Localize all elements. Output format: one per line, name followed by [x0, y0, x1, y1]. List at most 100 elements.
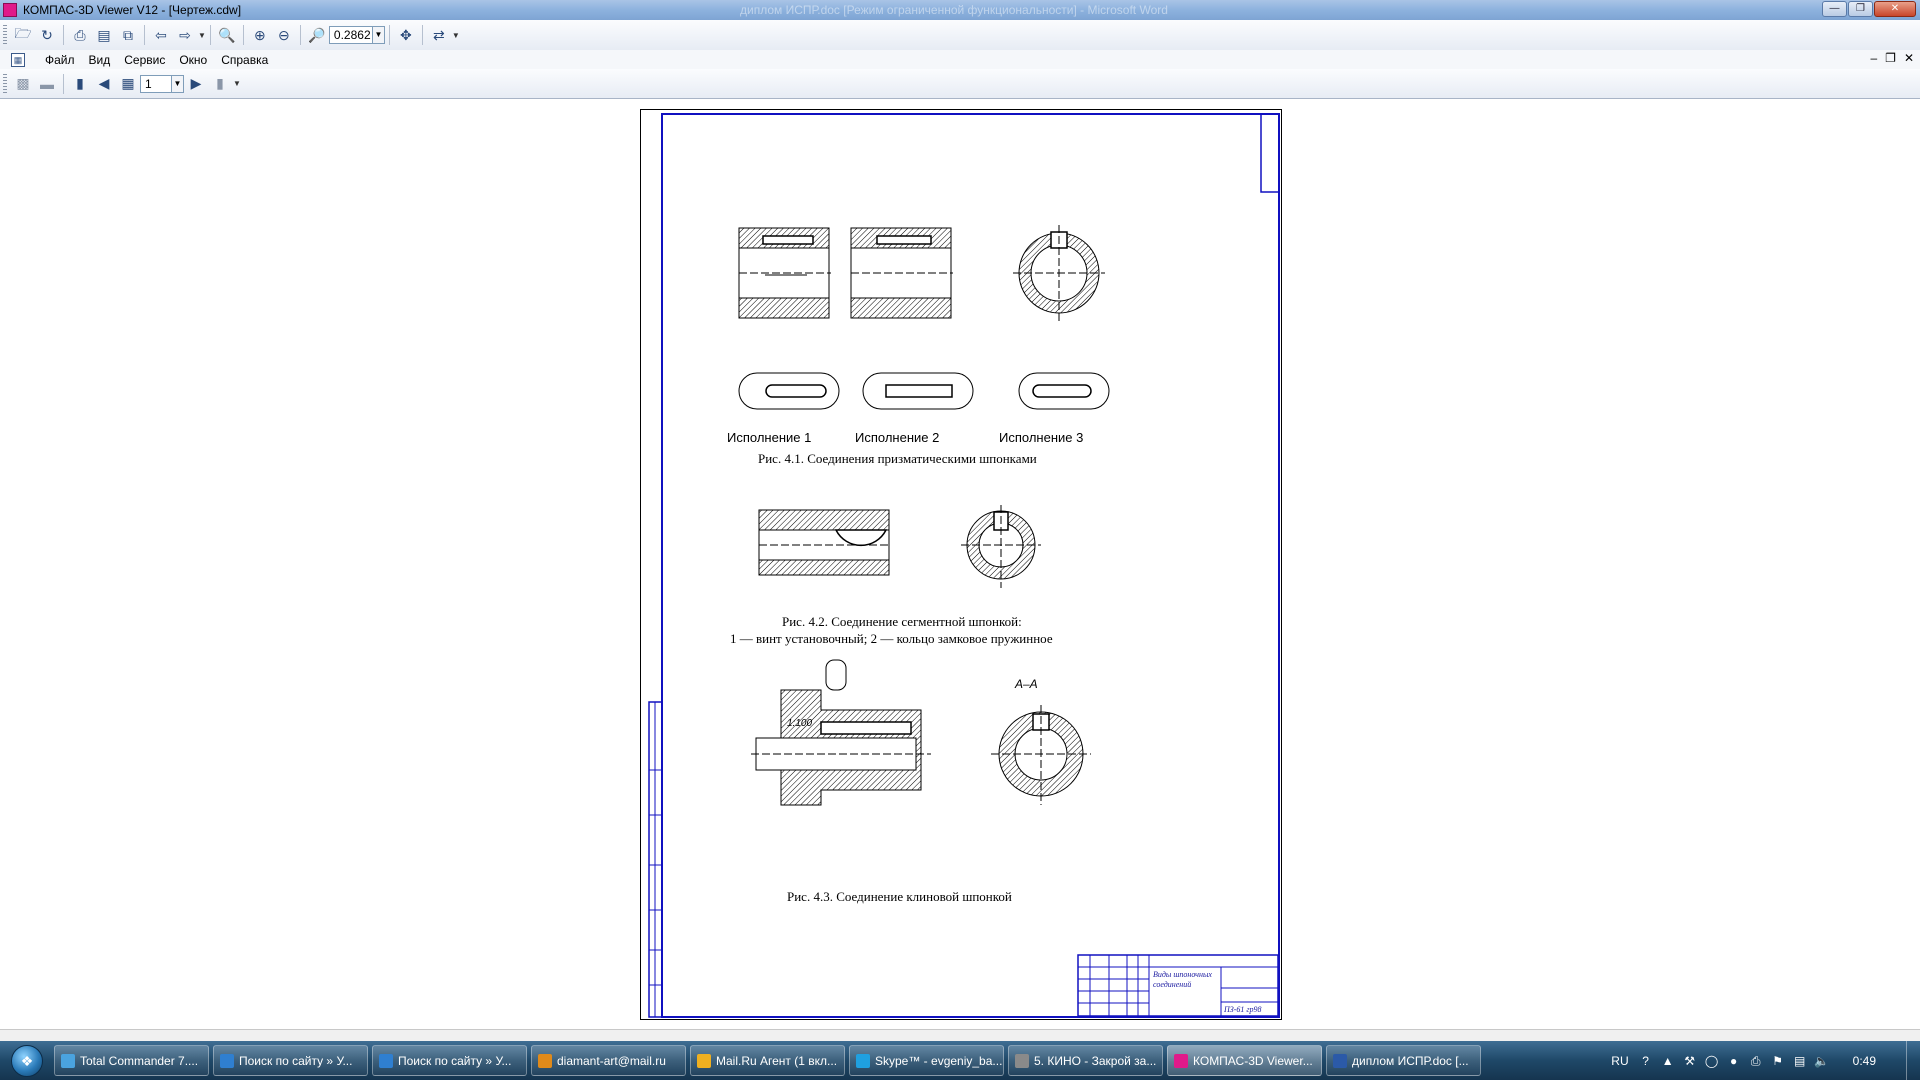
- taskbar-item-label: 5. КИНО - Закрой за...: [1034, 1053, 1157, 1068]
- figure-4-3: [751, 659, 1091, 806]
- toolbar-grip[interactable]: [3, 73, 7, 94]
- menu-view[interactable]: Вид: [89, 53, 111, 67]
- taskbar-item-label: диплом ИСПР.doc [...: [1352, 1053, 1469, 1068]
- figure-4-2-caption-line-2: 1 — винт установочный; 2 — кольцо замков…: [730, 631, 1053, 646]
- refresh-view-icon[interactable]: ⇄: [428, 24, 450, 46]
- kompas-icon: [1174, 1053, 1188, 1068]
- doc-minimize-icon[interactable]: –: [1870, 51, 1877, 65]
- speaker-icon[interactable]: 🔈: [1814, 1053, 1830, 1069]
- print-icon[interactable]: ⎙: [69, 24, 91, 46]
- total-commander-icon: [61, 1053, 75, 1068]
- close-button[interactable]: ✕: [1874, 1, 1916, 17]
- menu-file[interactable]: Файл: [45, 53, 75, 67]
- execution-3-label: Исполнение 3: [999, 430, 1084, 445]
- network-icon[interactable]: ●: [1726, 1053, 1742, 1069]
- layers-icon[interactable]: ▩: [12, 73, 34, 95]
- drawing-sheet[interactable]: Исполнение 1 Исполнение 2 Исполнение 3 Р…: [640, 109, 1282, 1020]
- flag-icon[interactable]: ⚑: [1770, 1053, 1786, 1069]
- zoom-window-icon[interactable]: 🔍: [216, 24, 238, 46]
- window-controls: — ❐ ✕: [1822, 1, 1916, 17]
- figure-4-1-caption: Рис. 4.1. Соединения призматическими шпо…: [758, 451, 1037, 466]
- main-toolbar: 🗁 ↻ ⎙ ▤ ⧉ ⇦ ⇨ ▼ 🔍 ⊕ ⊖ 🔎 0.2862 ▼ ✥ ⇄ ▼: [0, 20, 1920, 50]
- minimize-button[interactable]: —: [1822, 1, 1847, 17]
- previous-page-icon[interactable]: ◀: [93, 73, 115, 95]
- doc-restore-icon[interactable]: ❐: [1885, 51, 1896, 65]
- taskbar-item-search-1[interactable]: Поиск по сайту » У...: [213, 1045, 368, 1076]
- taskbar-item-label: Mail.Ru Агент (1 вкл...: [716, 1053, 838, 1068]
- figure-4-2-caption-line-1: Рис. 4.2. Соединение сегментной шпонкой:: [782, 614, 1022, 629]
- toolbar-overflow-icon[interactable]: ▼: [233, 79, 241, 88]
- browser-icon: [379, 1053, 393, 1068]
- toolbar-separator: [299, 25, 301, 45]
- toolbar-separator: [63, 73, 64, 94]
- zoom-in-icon[interactable]: ⊕: [249, 24, 271, 46]
- word-icon: [1333, 1053, 1347, 1068]
- monitor-icon[interactable]: ▤: [1792, 1053, 1808, 1069]
- section-label: А–А: [1015, 677, 1038, 691]
- taskbar-item-label: Skype™ - evgeniy_ba...: [875, 1053, 1003, 1068]
- last-page-icon[interactable]: ▮: [209, 73, 231, 95]
- taskbar-item-skype[interactable]: Skype™ - evgeniy_ba...: [849, 1045, 1004, 1076]
- print-preview-icon[interactable]: ▤: [93, 24, 115, 46]
- drawing-workspace[interactable]: Исполнение 1 Исполнение 2 Исполнение 3 Р…: [0, 100, 1920, 1029]
- next-page-icon[interactable]: ▶: [185, 73, 207, 95]
- page-number-field[interactable]: 1: [140, 74, 172, 93]
- menu-window[interactable]: Окно: [179, 53, 207, 67]
- language-indicator[interactable]: RU: [1611, 1054, 1628, 1068]
- restore-button[interactable]: ❐: [1848, 1, 1873, 17]
- back-icon[interactable]: ⇦: [150, 24, 172, 46]
- taskbar-item-word[interactable]: диплом ИСПР.doc [...: [1326, 1045, 1481, 1076]
- taskbar-item-mail-agent[interactable]: Mail.Ru Агент (1 вкл...: [690, 1045, 845, 1076]
- copy-icon[interactable]: ⧉: [117, 24, 139, 46]
- tool-icon[interactable]: ⚒: [1682, 1053, 1698, 1069]
- toolbar-separator: [63, 25, 64, 45]
- zoom-scale-field[interactable]: 0.2862: [328, 26, 373, 44]
- view-toolbar: ▩ ▬ ▮ ◀ ▦ 1 ▼ ▶ ▮ ▼: [0, 69, 1920, 99]
- doc-close-icon[interactable]: ✕: [1904, 51, 1914, 65]
- taskbar-item-total-commander[interactable]: Total Commander 7....: [54, 1045, 209, 1076]
- tray-overflow-icon[interactable]: ▲: [1660, 1053, 1676, 1069]
- toolbar-separator: [144, 25, 145, 45]
- windows-logo-icon: ❖: [11, 1044, 43, 1077]
- zoom-out-icon[interactable]: ⊖: [273, 24, 295, 46]
- taskbar-item-search-2[interactable]: Поиск по сайту » У...: [372, 1045, 527, 1076]
- pages-icon[interactable]: ▦: [117, 73, 139, 95]
- mail-icon: [538, 1053, 552, 1068]
- pan-icon[interactable]: ✥: [395, 24, 417, 46]
- execution-1-label: Исполнение 1: [727, 430, 812, 445]
- browser-icon: [220, 1053, 234, 1068]
- views-icon[interactable]: ▬: [36, 73, 58, 95]
- menu-service[interactable]: Сервис: [124, 53, 165, 67]
- toolbar-overflow-icon[interactable]: ▼: [452, 31, 460, 40]
- start-button[interactable]: ❖: [0, 1041, 54, 1080]
- open-icon[interactable]: 🗁: [12, 24, 34, 46]
- kompas-app-icon[interactable]: [3, 3, 17, 17]
- taskbar-item-label: Поиск по сайту » У...: [398, 1053, 512, 1068]
- menu-help[interactable]: Справка: [221, 53, 268, 67]
- clock[interactable]: 0:49: [1853, 1054, 1876, 1068]
- taper-label: 1:100: [787, 718, 813, 729]
- security-icon[interactable]: ◯: [1704, 1053, 1720, 1069]
- toolbar-grip[interactable]: [3, 25, 7, 45]
- forward-icon[interactable]: ⇨: [174, 24, 196, 46]
- toolbar-separator: [209, 25, 211, 45]
- window-title: КОМПАС-3D Viewer V12 - [Чертеж.cdw]: [23, 3, 242, 17]
- taskbar-item-label: Поиск по сайту » У...: [239, 1053, 353, 1068]
- printer-icon[interactable]: ⎙: [1748, 1053, 1764, 1069]
- taskbar-item-kompas[interactable]: КОМПАС-3D Viewer...: [1167, 1045, 1322, 1076]
- taskbar-item-kino[interactable]: 5. КИНО - Закрой за...: [1008, 1045, 1163, 1076]
- zoom-scale-icon[interactable]: 🔎: [306, 24, 328, 46]
- background-window-title: диплом ИСПР.doc [Режим ограниченной функ…: [740, 3, 1168, 17]
- zoom-dropdown-icon[interactable]: ▼: [372, 26, 385, 44]
- toolbar-overflow-icon[interactable]: ▼: [198, 31, 206, 40]
- drawing-graphics: [648, 113, 1280, 1018]
- open-recent-icon[interactable]: ↻: [36, 24, 58, 46]
- taskbar-item-mail[interactable]: diamant-art@mail.ru: [531, 1045, 686, 1076]
- show-desktop-button[interactable]: [1906, 1041, 1920, 1080]
- first-page-icon[interactable]: ▮: [69, 73, 91, 95]
- skype-icon: [856, 1053, 870, 1068]
- title-bar: КОМПАС-3D Viewer V12 - [Чертеж.cdw] дипл…: [0, 0, 1920, 20]
- help-icon[interactable]: ?: [1638, 1053, 1654, 1069]
- document-menu-icon[interactable]: ▦: [11, 52, 25, 67]
- page-dropdown-icon[interactable]: ▼: [172, 74, 184, 93]
